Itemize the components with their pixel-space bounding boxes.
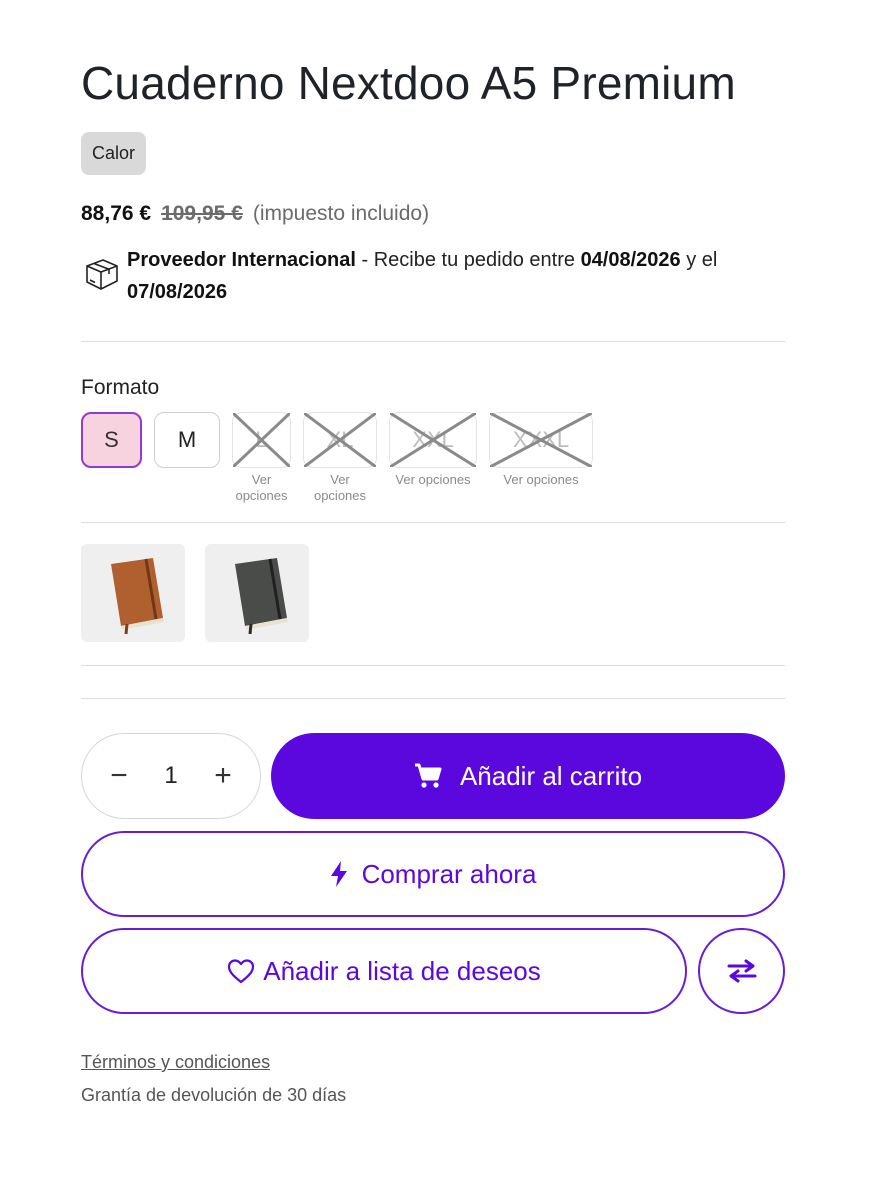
- shipping-text-mid: y el: [680, 249, 718, 271]
- format-option-xxl[interactable]: XXL Ver opciones: [389, 412, 477, 504]
- format-option-sub[interactable]: Ver opciones: [303, 472, 377, 504]
- add-to-wishlist-button[interactable]: Añadir a lista de deseos: [81, 928, 687, 1014]
- compare-button[interactable]: [698, 928, 785, 1014]
- shipping-text-pre: - Recibe tu pedido entre: [355, 249, 581, 271]
- format-option-xxxl-box[interactable]: XXXL: [489, 412, 593, 468]
- format-option-label: S: [104, 427, 119, 452]
- divider: [81, 522, 785, 523]
- shipping-info: Proveedor Internacional - Recibe tu pedi…: [81, 244, 781, 308]
- format-option-sub[interactable]: Ver opciones: [389, 472, 477, 488]
- format-option-xl-box[interactable]: XL: [303, 412, 377, 468]
- add-to-cart-button[interactable]: Añadir al carrito: [271, 733, 785, 819]
- buy-now-button[interactable]: Comprar ahora: [81, 831, 785, 917]
- tax-note: (impuesto incluido): [252, 202, 430, 225]
- notebook-black-image: [235, 558, 288, 635]
- return-guarantee: Grantía de devolución de 30 días: [81, 1085, 347, 1105]
- quantity-decrease-button[interactable]: −: [104, 759, 134, 792]
- terms-link[interactable]: Términos y condiciones: [81, 1052, 270, 1073]
- price-old: 109,95 €: [161, 202, 243, 225]
- format-option-m[interactable]: M: [154, 412, 220, 504]
- shipping-date-to: 07/08/2026: [127, 281, 228, 303]
- format-label: Formato: [81, 376, 160, 399]
- format-option-l[interactable]: L Ver opciones: [232, 412, 291, 504]
- price-row: 88,76 € 109,95 € (impuesto incluido): [81, 202, 429, 226]
- format-option-sub[interactable]: Ver opciones: [232, 472, 291, 504]
- format-option-s-box[interactable]: S: [81, 412, 142, 468]
- shipping-provider: Proveedor Internacional: [127, 249, 356, 271]
- thumbnail-notebook-black[interactable]: [205, 544, 309, 642]
- quantity-value[interactable]: 1: [164, 762, 177, 790]
- unavailable-cross-icon: [233, 413, 290, 467]
- unavailable-cross-icon: [390, 413, 476, 467]
- divider: [81, 698, 785, 699]
- format-option-m-box[interactable]: M: [154, 412, 220, 468]
- format-option-xxl-box[interactable]: XXL: [389, 412, 477, 468]
- divider: [81, 665, 785, 666]
- add-to-cart-label: Añadir al carrito: [459, 760, 643, 791]
- shipping-text: Proveedor Internacional - Recibe tu pedi…: [127, 244, 781, 308]
- lightning-bolt-icon: [330, 861, 347, 887]
- unavailable-cross-icon: [304, 413, 376, 467]
- cart-icon: [414, 763, 442, 788]
- unavailable-cross-icon: [490, 413, 592, 467]
- heart-icon: [228, 959, 255, 984]
- format-option-xxxl[interactable]: XXXL Ver opciones: [489, 412, 593, 504]
- product-badge: Calor: [81, 132, 147, 175]
- quantity-increase-button[interactable]: +: [208, 759, 238, 792]
- package-box-icon: [86, 259, 118, 290]
- compare-arrows-icon: [727, 959, 756, 983]
- quantity-stepper: − 1 +: [81, 733, 261, 819]
- buy-now-label: Comprar ahora: [361, 858, 537, 889]
- shipping-date-from: 04/08/2026: [580, 249, 681, 271]
- divider: [81, 341, 785, 342]
- variant-thumbnails: [81, 544, 309, 642]
- format-option-label: M: [177, 427, 197, 452]
- format-option-l-box[interactable]: L: [232, 412, 291, 468]
- add-to-wishlist-label: Añadir a lista de deseos: [263, 955, 541, 986]
- thumbnail-notebook-brown[interactable]: [81, 544, 185, 642]
- product-title: Cuaderno Nextdoo A5 Premium: [81, 57, 736, 109]
- price-current: 88,76 €: [81, 202, 152, 225]
- format-option-sub[interactable]: Ver opciones: [489, 472, 593, 488]
- format-options: S M L Ver opciones XL Ver opciones XXL V…: [81, 412, 593, 504]
- notebook-brown-image: [111, 558, 164, 635]
- format-option-xl[interactable]: XL Ver opciones: [303, 412, 377, 504]
- format-option-s[interactable]: S: [81, 412, 142, 504]
